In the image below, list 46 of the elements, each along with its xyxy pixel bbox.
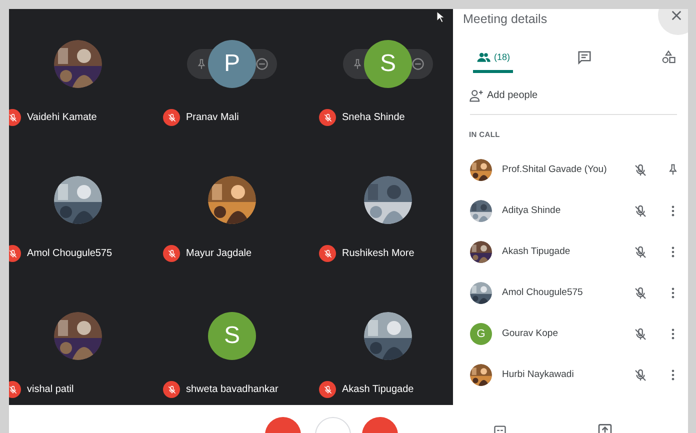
participant-name: Akash Tipugade: [342, 383, 414, 397]
avatar: G: [470, 323, 492, 345]
participant-name: Pranav Mali: [186, 111, 239, 125]
participant-name: Rushikesh More: [342, 247, 414, 261]
activities-icon: [660, 50, 676, 65]
participant-name: Vaidehi Kamate: [27, 111, 97, 125]
participant-name: Amol Chougule575: [502, 286, 584, 300]
remove-icon: [411, 57, 425, 71]
muted-mic-icon: [9, 381, 21, 398]
pin-icon: [195, 58, 208, 70]
participant-name: Mayur Jagdale: [186, 247, 252, 261]
participant-name: Amol Chougule575: [27, 247, 112, 261]
participant-name: Hurbi Naykawadi: [502, 368, 575, 382]
muted-mic-icon: [633, 286, 648, 300]
remove-icon: [255, 57, 269, 71]
muted-mic-icon: [163, 109, 180, 126]
participant-name: Akash Tipugade: [502, 244, 572, 259]
muted-mic-icon: [319, 381, 336, 398]
panel-title: Meeting details: [463, 11, 548, 28]
participant-name: Aditya Shinde: [502, 204, 562, 218]
close-icon: [671, 10, 682, 21]
participant-name: Prof.Shital Gavade (You): [502, 162, 608, 177]
chat-icon: [576, 50, 592, 65]
pin-icon: [351, 58, 364, 70]
muted-mic-icon: [163, 245, 180, 262]
avatar: S: [364, 40, 412, 88]
avatar: S: [208, 312, 256, 360]
participant-name: Sneha Shinde: [342, 111, 405, 125]
add-people-button[interactable]: Add people: [469, 88, 538, 103]
muted-mic-icon: [633, 162, 648, 178]
muted-mic-icon: [633, 244, 648, 260]
people-icon: [476, 50, 491, 65]
participant-name: shweta bavadhankar: [186, 383, 278, 397]
avatar: P: [208, 40, 256, 88]
add-person-icon: [469, 88, 484, 103]
muted-mic-icon: [633, 204, 648, 218]
muted-mic-icon: [9, 109, 21, 126]
muted-mic-icon: [319, 245, 336, 262]
participant-name: Gourav Kope: [502, 326, 559, 341]
muted-mic-icon: [163, 381, 180, 398]
participant-name: vishal patil: [27, 383, 74, 397]
muted-mic-icon: [9, 245, 21, 262]
muted-mic-icon: [633, 368, 648, 382]
people-tab[interactable]: (18): [473, 45, 513, 73]
muted-mic-icon: [319, 109, 336, 126]
muted-mic-icon: [633, 326, 648, 342]
